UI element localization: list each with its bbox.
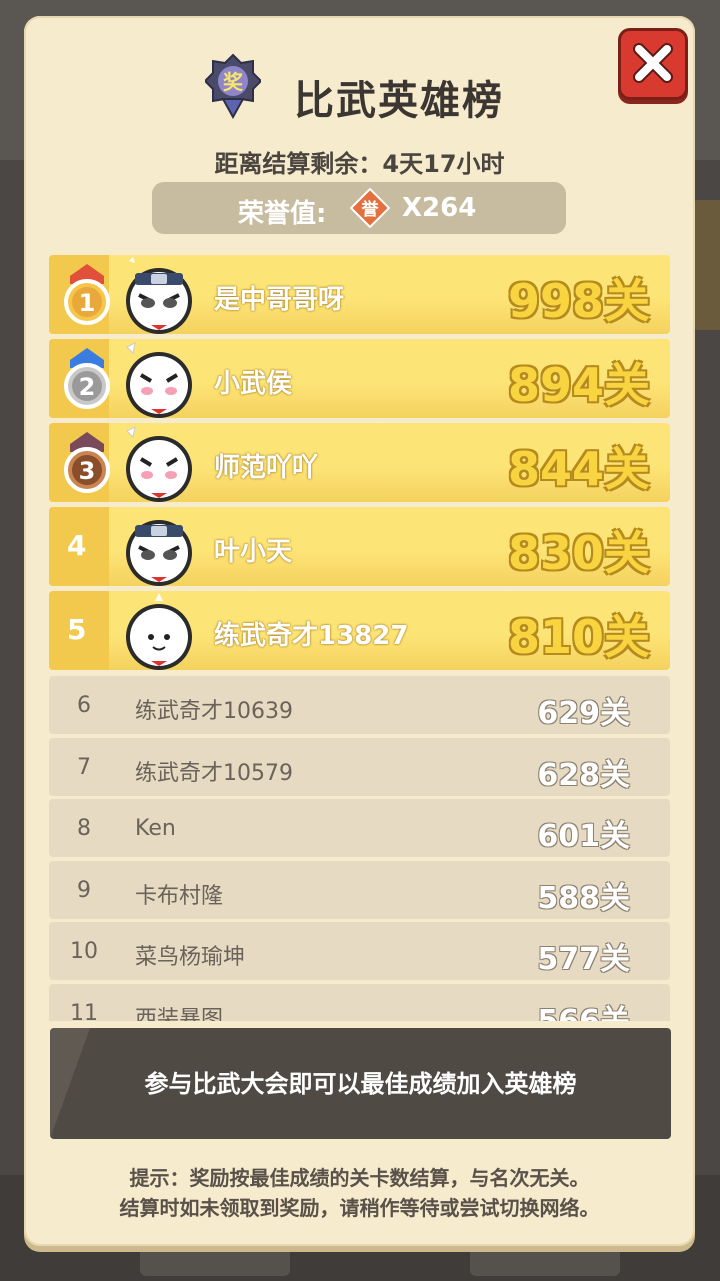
leaderboard-row-7[interactable]: 7 练武奇才10579 628关 (49, 738, 670, 796)
player-name: 师范吖吖 (214, 453, 319, 483)
player-name: 是中哥哥呀 (214, 285, 345, 315)
avatar-icon (126, 257, 192, 334)
leaderboard-row-1[interactable]: 1 是中哥哥呀 998关 (49, 255, 670, 334)
player-score: 628关 (537, 758, 630, 793)
gold-medal-icon: 1 (64, 264, 110, 325)
dialog-title: 比武英雄榜 (294, 78, 504, 124)
rank-number: 5 (67, 613, 87, 646)
medal-number: 3 (79, 457, 96, 485)
tip-line-1: 提示：奖励按最佳成绩的关卡数结算，与名次无关。 (129, 1166, 590, 1190)
leaderboard-row-6[interactable]: 6 练武奇才10639 629关 (49, 676, 670, 734)
player-name: 菜鸟杨瑜坤 (135, 945, 246, 970)
player-name: 小武侯 (214, 369, 293, 399)
player-score: 566关 (537, 996, 630, 1021)
avatar-icon (126, 520, 192, 586)
join-info-text: 参与比武大会即可以最佳成绩加入英雄榜 (144, 1070, 577, 1098)
leaderboard-scroll-list[interactable]: 6 练武奇才10639 629关 7 练武奇才10579 628关 8 Ken … (49, 676, 670, 1021)
rank-number: 7 (77, 755, 91, 780)
close-icon (633, 43, 673, 83)
leaderboard-row-5[interactable]: 5 练武奇才13827 810关 (49, 591, 670, 670)
player-score: 629关 (537, 696, 630, 731)
bronze-medal-icon: 3 (64, 432, 110, 493)
player-name: 练武奇才10579 (135, 761, 293, 786)
silver-medal-icon: 2 (64, 348, 110, 409)
honor-value: X264 (402, 193, 477, 223)
honor-label: 荣誉值: (238, 199, 327, 229)
rank-number: 10 (70, 939, 98, 964)
medal-number: 2 (79, 373, 96, 401)
player-score: 577关 (537, 942, 630, 977)
player-score: 844关 (507, 442, 650, 496)
award-badge-icon: 奖 (205, 53, 261, 119)
player-name: 卡布村隆 (135, 884, 224, 909)
player-name: 练武奇才13827 (214, 621, 409, 651)
leaderboard-row-9[interactable]: 9 卡布村隆 588关 (49, 861, 670, 919)
leaderboard-row-4[interactable]: 4 叶小天 830关 (49, 507, 670, 586)
medal-number: 1 (79, 289, 96, 317)
honor-bar: 荣誉值: 誉 X264 (152, 182, 566, 234)
settlement-countdown: 距离结算剩余：4天17小时 (214, 150, 505, 178)
avatar-icon (126, 426, 192, 502)
player-score: 830关 (507, 526, 650, 580)
leaderboard-row-2[interactable]: 2 小武侯 894关 (49, 339, 670, 418)
player-name: Ken (135, 816, 176, 841)
avatar-icon (126, 342, 192, 418)
player-score: 810关 (507, 610, 650, 664)
rank-number: 9 (77, 878, 91, 903)
player-name: 叶小天 (214, 537, 293, 567)
leaderboard-row-10[interactable]: 10 菜鸟杨瑜坤 577关 (49, 922, 670, 980)
honor-icon-char: 誉 (362, 199, 380, 220)
rank-number: 6 (77, 693, 91, 718)
honor-diamond-icon: 誉 (350, 188, 390, 228)
player-score: 894关 (507, 358, 650, 412)
tip-line-2: 结算时如未领取到奖励，请稍作等待或尝试切换网络。 (119, 1196, 600, 1220)
player-score: 998关 (507, 274, 650, 328)
badge-char: 奖 (223, 70, 244, 94)
join-info-banner: 参与比武大会即可以最佳成绩加入英雄榜 (50, 1028, 671, 1139)
player-score: 588关 (537, 881, 630, 916)
player-name: 西装暴图 (135, 1007, 224, 1021)
leaderboard-row-8[interactable]: 8 Ken 601关 (49, 799, 670, 857)
player-name: 练武奇才10639 (135, 699, 293, 724)
player-score: 601关 (537, 819, 630, 854)
leaderboard-row-3[interactable]: 3 师范吖吖 844关 (49, 423, 670, 502)
background-side-card (692, 200, 720, 330)
leaderboard-row-11[interactable]: 11 西装暴图 566关 (49, 984, 670, 1021)
rank-number: 8 (77, 816, 91, 841)
avatar-icon (126, 593, 192, 670)
close-button[interactable] (618, 28, 688, 100)
rank-number: 4 (67, 529, 87, 562)
rank-number: 11 (70, 1001, 98, 1021)
hero-leaderboard-dialog: 奖 比武英雄榜 距离结算剩余：4天17小时 荣誉值: 誉 X264 1 是中哥哥… (24, 16, 695, 1246)
